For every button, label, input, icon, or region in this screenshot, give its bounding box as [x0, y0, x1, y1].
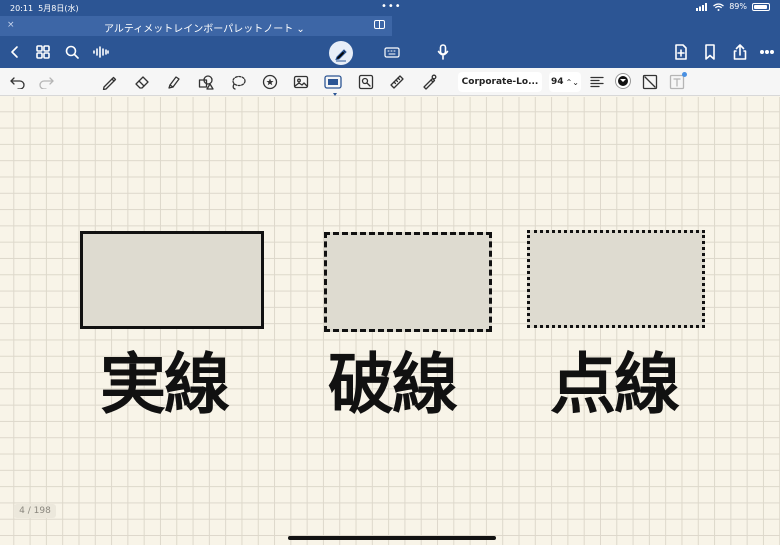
more-icon	[760, 50, 774, 54]
note-canvas[interactable]: 実線 破線 点線	[0, 97, 780, 545]
lasso-tool[interactable]	[228, 72, 248, 92]
text-box-tool[interactable]	[323, 72, 343, 92]
voice-wave-icon	[93, 46, 109, 58]
battery-icon	[752, 2, 770, 11]
keyboard-button[interactable]	[382, 36, 402, 68]
bookmark-icon	[705, 44, 715, 60]
battery-percent: 89%	[729, 2, 747, 11]
ruler-icon	[390, 75, 404, 89]
close-tab-icon[interactable]: ×	[7, 20, 15, 30]
back-icon	[11, 46, 18, 58]
undo-button[interactable]	[8, 72, 28, 92]
split-view-icon[interactable]	[374, 20, 385, 29]
home-indicator[interactable]	[288, 536, 496, 540]
status-bar: 20:11 5月8日(水) ••• 89%	[0, 0, 780, 16]
sticker-icon	[262, 74, 278, 90]
dashed-line-rectangle[interactable]	[324, 232, 492, 332]
text-style-icon	[642, 74, 658, 90]
dotted-line-rectangle[interactable]	[527, 230, 705, 328]
ruler-tool[interactable]	[387, 72, 407, 92]
microphone-icon	[437, 44, 449, 60]
align-left-icon	[590, 76, 604, 88]
active-tool-indicator	[333, 93, 337, 96]
grid-icon	[36, 45, 50, 59]
laser-icon	[423, 74, 437, 90]
highlighter-tool[interactable]	[164, 72, 184, 92]
search-button[interactable]	[63, 36, 81, 68]
tool-bar: Corporate-Lo... 94 ⌃⌄	[0, 68, 780, 96]
status-time: 20:11 5月8日(水)	[10, 4, 79, 13]
share-icon	[733, 44, 747, 60]
dotted-line-label[interactable]: 点線	[550, 345, 680, 425]
shapes-icon	[198, 75, 214, 90]
undo-icon	[10, 77, 25, 89]
image-tool[interactable]	[291, 72, 311, 92]
dashed-line-label[interactable]: 破線	[328, 345, 458, 425]
status-right: 89%	[696, 2, 770, 11]
eraser-icon	[135, 76, 149, 89]
notification-dot	[682, 72, 687, 77]
more-button[interactable]	[758, 36, 776, 68]
font-size-value: 94	[551, 77, 564, 87]
scan-tool[interactable]	[356, 72, 376, 92]
nav-bar	[0, 36, 780, 68]
bookmark-button[interactable]	[701, 36, 719, 68]
add-page-button[interactable]	[672, 36, 690, 68]
redo-button[interactable]	[36, 72, 56, 92]
pen-tool[interactable]	[99, 72, 119, 92]
lasso-icon	[232, 75, 246, 90]
signal-icon	[696, 2, 708, 11]
solid-line-rectangle[interactable]	[80, 231, 264, 329]
page-indicator[interactable]: 4 / 198	[14, 504, 56, 518]
tab-strip: × アルティメットレインボーパレットノート ⌄	[0, 16, 780, 36]
text-color-swatch[interactable]	[616, 74, 630, 88]
back-button[interactable]	[6, 36, 24, 68]
audio-button[interactable]	[92, 36, 110, 68]
tab-current-note[interactable]: × アルティメットレインボーパレットノート ⌄	[0, 16, 392, 36]
pen-mode-button[interactable]	[329, 41, 353, 65]
font-size-stepper-icon: ⌃⌄	[565, 77, 579, 87]
pen-icon	[102, 76, 117, 90]
text-align-button[interactable]	[587, 72, 607, 92]
search-icon	[65, 45, 79, 59]
highlighter-icon	[168, 76, 180, 89]
microphone-button[interactable]	[434, 36, 452, 68]
tab-title[interactable]: アルティメットレインボーパレットノート ⌄	[104, 20, 305, 35]
scan-icon	[358, 74, 374, 90]
font-size-picker[interactable]: 94 ⌃⌄	[549, 72, 581, 92]
laser-tool[interactable]	[419, 72, 439, 92]
sticker-tool[interactable]	[260, 72, 280, 92]
add-page-icon	[675, 44, 687, 60]
keyboard-icon	[384, 47, 400, 58]
text-style-button[interactable]	[640, 72, 660, 92]
share-button[interactable]	[730, 36, 750, 68]
multitask-dots[interactable]: •••	[381, 1, 402, 12]
wifi-icon	[713, 2, 725, 11]
shapes-tool[interactable]	[196, 72, 216, 92]
text-box-icon	[324, 75, 342, 89]
eraser-tool[interactable]	[132, 72, 152, 92]
font-family-picker[interactable]: Corporate-Lo...	[458, 72, 542, 92]
redo-icon	[39, 77, 54, 89]
solid-line-label[interactable]: 実線	[100, 345, 230, 425]
grid-button[interactable]	[34, 36, 52, 68]
pen-mode-icon	[335, 49, 347, 62]
image-icon	[293, 75, 309, 89]
